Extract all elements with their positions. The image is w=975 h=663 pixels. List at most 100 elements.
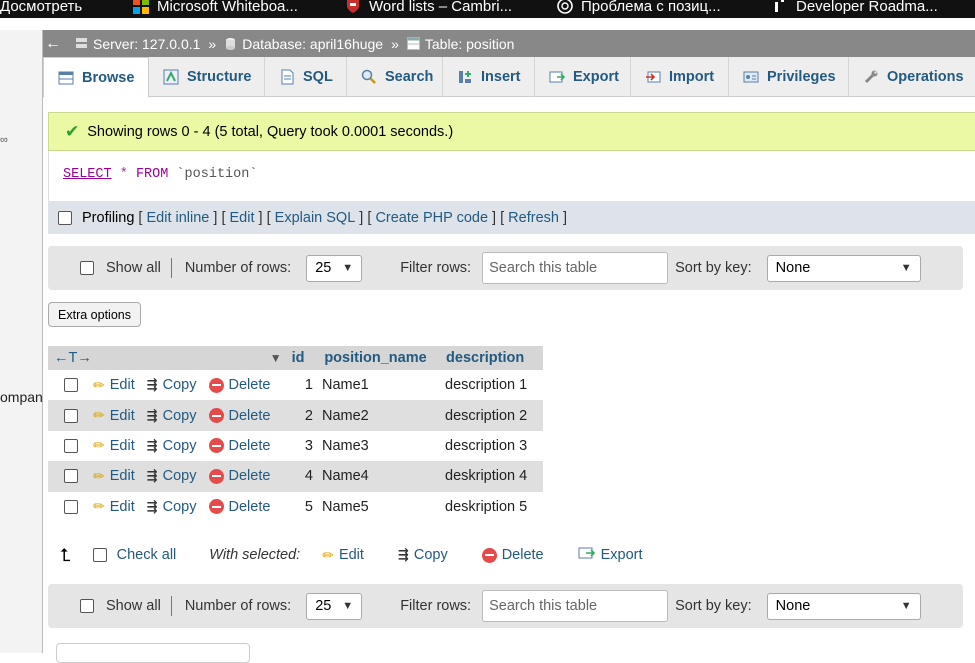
bookmark-0[interactable]: Досмотреть (0, 0, 82, 16)
edit-row-button[interactable]: ✏ Edit (93, 498, 135, 515)
tab-insert[interactable]: Insert (443, 57, 535, 97)
show-all-label: Show all (106, 598, 161, 614)
cell-position-name[interactable]: Name5 (322, 499, 445, 515)
row-checkbox[interactable] (63, 378, 78, 393)
cell-position-name[interactable]: Name3 (322, 438, 445, 454)
cell-id[interactable]: 4 (292, 468, 322, 484)
row-checkbox[interactable] (63, 438, 78, 453)
delete-row-button[interactable]: Delete (208, 377, 270, 393)
bulk-edit-button[interactable]: ✏ Edit (322, 547, 364, 564)
sql-keyword-from: FROM (135, 167, 169, 182)
copy-row-button[interactable]: ⇶ Copy (147, 408, 197, 424)
show-all-checkbox[interactable] (80, 599, 94, 613)
tab-search[interactable]: Search (347, 57, 443, 97)
sort-by-key-select[interactable]: None ▼ (766, 592, 921, 620)
delete-label: Delete (228, 407, 271, 424)
tab-export[interactable]: Export (535, 57, 631, 97)
back-arrow-icon[interactable]: ← (43, 35, 63, 53)
cell-position-name[interactable]: Name2 (322, 408, 445, 424)
tab-import[interactable]: Import (631, 57, 729, 97)
edit-row-button[interactable]: ✏ Edit (93, 407, 135, 424)
top-navigation-controls: Show all Number of rows: 25 ▼ Filter row… (48, 246, 963, 290)
column-header-id[interactable]: id (290, 350, 325, 366)
cell-id[interactable]: 3 (292, 438, 322, 454)
openai-icon (557, 0, 573, 14)
tab-label: Privileges (767, 69, 836, 85)
delete-row-button[interactable]: Delete (208, 407, 271, 424)
delete-label: Delete (228, 437, 271, 454)
tab-label: Import (669, 69, 715, 85)
nav-truncated-item[interactable]: ompan (0, 389, 42, 405)
database-icon (224, 37, 237, 50)
extra-options-button[interactable]: Extra options (48, 302, 141, 327)
tab-operations[interactable]: Operations (849, 57, 975, 97)
rows-per-page-select[interactable]: 25 ▼ (306, 592, 363, 620)
bookmark-3[interactable]: Проблема с позиц... (557, 0, 721, 16)
breadcrumb-database[interactable]: Database: april16huge (224, 36, 383, 52)
refresh-link[interactable]: Refresh (508, 210, 559, 226)
copy-label: Copy (162, 468, 197, 485)
bulk-edit-label: Edit (338, 547, 364, 563)
cell-position-name[interactable]: Name4 (322, 468, 445, 484)
edit-query-link[interactable]: Edit (230, 210, 255, 226)
column-header-description[interactable]: description (446, 350, 543, 366)
breadcrumb-table[interactable]: Table: position (406, 36, 514, 52)
row-checkbox[interactable] (63, 499, 78, 514)
filter-rows-input[interactable]: Search this table (482, 590, 669, 622)
rows-per-page-value: 25 (315, 260, 332, 276)
insert-icon (457, 69, 473, 85)
edit-label: Edit (109, 437, 135, 454)
edit-row-button[interactable]: ✏ Edit (93, 437, 135, 454)
cell-id[interactable]: 5 (292, 499, 322, 515)
bookmark-2[interactable]: Word lists – Cambri... (345, 0, 512, 16)
operations-icon (863, 69, 879, 85)
sort-triangle-icon[interactable]: ▼ (270, 351, 282, 365)
tab-sql[interactable]: SQL (265, 57, 347, 97)
bulk-copy-button[interactable]: ⇶ Copy (398, 547, 448, 563)
cell-description[interactable]: deskription 5 (445, 499, 543, 515)
check-all-checkbox[interactable] (92, 548, 107, 562)
show-all-checkbox[interactable] (80, 261, 94, 275)
copy-row-button[interactable]: ⇶ Copy (147, 499, 197, 515)
cell-description[interactable]: description 3 (445, 438, 543, 454)
column-header-position-name[interactable]: position_name (324, 350, 446, 366)
row-checkbox[interactable] (63, 408, 78, 423)
filter-rows-input[interactable]: Search this table (482, 252, 669, 284)
edit-row-button[interactable]: ✏ Edit (93, 377, 135, 394)
copy-row-button[interactable]: ⇶ Copy (147, 377, 197, 393)
explain-sql-link[interactable]: Explain SQL (275, 210, 356, 226)
copy-icon: ⇶ (146, 407, 158, 423)
row-checkbox[interactable] (63, 469, 78, 484)
tab-structure[interactable]: Structure (149, 57, 265, 97)
cell-id[interactable]: 1 (292, 377, 322, 393)
link-icon[interactable]: ∞ (0, 134, 8, 146)
edit-row-button[interactable]: ✏ Edit (93, 468, 135, 485)
cell-description[interactable]: deskription 4 (445, 468, 543, 484)
check-all-label[interactable]: Check all (117, 547, 177, 563)
cell-id[interactable]: 2 (292, 408, 322, 424)
cell-description[interactable]: description 1 (445, 377, 543, 393)
tab-label: SQL (303, 69, 333, 85)
cell-description[interactable]: description 2 (445, 408, 543, 424)
bookmark-4[interactable]: Developer Roadma... (772, 0, 938, 16)
column-arrows-icon[interactable]: ←T→ (54, 350, 92, 366)
copy-row-button[interactable]: ⇶ Copy (147, 468, 197, 484)
cambridge-icon (345, 0, 361, 14)
bulk-export-button[interactable]: Export (578, 545, 643, 565)
tab-browse[interactable]: Browse (43, 57, 149, 98)
breadcrumb-server[interactable]: Server: 127.0.0.1 (75, 36, 200, 52)
delete-row-button[interactable]: Delete (208, 437, 271, 454)
tab-privileges[interactable]: Privileges (729, 57, 849, 97)
sql-keyword-select[interactable]: SELECT (63, 167, 112, 182)
delete-row-button[interactable]: Delete (208, 468, 270, 484)
delete-row-button[interactable]: Delete (208, 499, 270, 515)
rows-per-page-select[interactable]: 25 ▼ (306, 254, 363, 282)
create-php-code-link[interactable]: Create PHP code (375, 210, 488, 226)
bookmark-1[interactable]: Microsoft Whiteboa... (133, 0, 298, 16)
profiling-checkbox[interactable] (58, 210, 72, 225)
edit-inline-link[interactable]: Edit inline (146, 210, 209, 226)
bulk-delete-button[interactable]: Delete (481, 547, 544, 563)
copy-row-button[interactable]: ⇶ Copy (147, 438, 197, 454)
cell-position-name[interactable]: Name1 (322, 377, 445, 393)
sort-by-key-select[interactable]: None ▼ (766, 254, 921, 282)
